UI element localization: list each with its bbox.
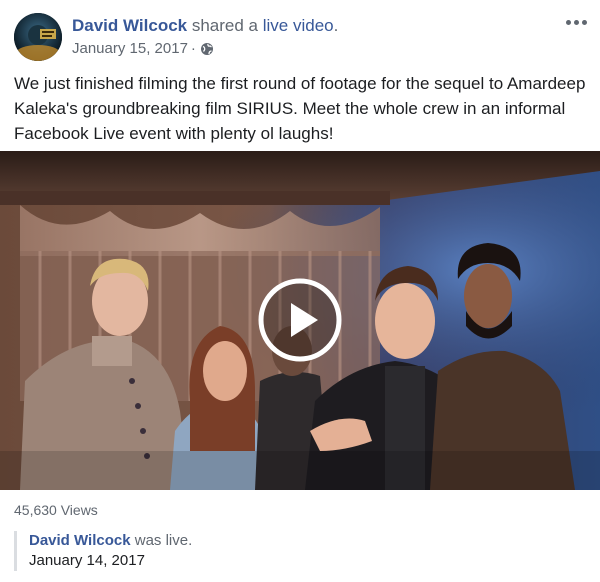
play-icon[interactable] [258, 278, 342, 362]
author-name[interactable]: David Wilcock [72, 16, 187, 35]
live-video-link[interactable]: live video [263, 16, 334, 35]
shared-live-attribution: David Wilcock was live. January 14, 2017 [14, 531, 600, 571]
live-author-name[interactable]: David Wilcock [29, 532, 131, 549]
video-player[interactable] [0, 151, 600, 490]
avatar-image [14, 13, 62, 61]
view-count: 45,630 Views [14, 502, 98, 518]
action-prefix: shared a [191, 16, 259, 35]
post-header: David Wilcock shared a live video. Janua… [0, 0, 600, 70]
globe-icon[interactable] [200, 42, 214, 56]
live-date[interactable]: January 14, 2017 [29, 551, 600, 571]
post-text: We just finished filming the first round… [14, 74, 586, 143]
author-action: shared a live video. [192, 16, 339, 35]
ellipsis-icon[interactable] [562, 12, 590, 32]
action-suffix: . [333, 16, 339, 35]
avatar[interactable] [14, 13, 62, 61]
live-action: was live. [134, 532, 193, 549]
live-line: David Wilcock was live. [29, 531, 600, 551]
post-meta: January 15, 2017 · [72, 40, 214, 58]
meta-separator: · [190, 40, 196, 57]
post-date[interactable]: January 15, 2017 [72, 40, 188, 58]
author-line: David Wilcock shared a live video. [72, 16, 338, 36]
